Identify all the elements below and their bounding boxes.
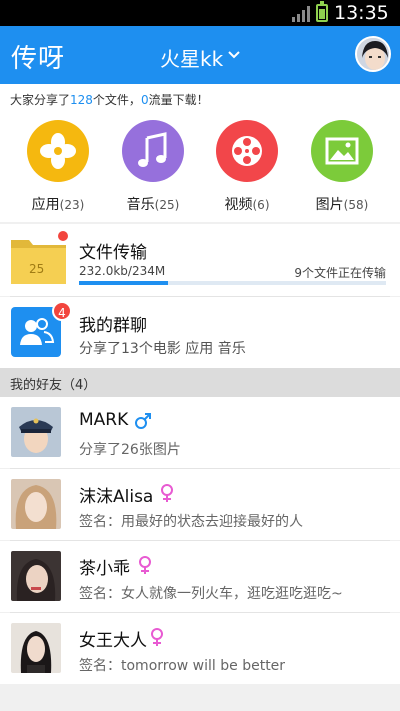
friend-item-nuwangdaren[interactable]: 女王大人 签名：tomorrow will be better	[0, 613, 400, 684]
friend-item-chaxiaoguai[interactable]: 茶小乖 签名：女人就像一列火车，逛吃逛吃逛吃~	[0, 541, 400, 612]
category-grid: 应用(23) 音乐(25) 视频(6) 图片(58)	[0, 114, 400, 222]
profile-avatar[interactable]	[355, 36, 391, 72]
app-bar: 传呀 火星kk	[0, 26, 400, 84]
category-count: (6)	[252, 198, 270, 212]
friend-item-alisa[interactable]: 沫沫Alisa 签名：用最好的状态去迎接最好的人	[0, 469, 400, 540]
transfer-status: 9个文件正在传输	[294, 266, 386, 280]
folder-icon: 25	[11, 240, 66, 284]
account-switcher-label[interactable]: 火星kk	[160, 43, 223, 72]
friend-subtitle: 签名：女人就像一列火车，逛吃逛吃逛吃~	[79, 586, 343, 602]
group-chat-title: 我的群聊	[79, 316, 147, 336]
music-note-icon	[122, 120, 184, 182]
share-middle: 个文件，	[92, 93, 141, 107]
unread-badge: 4	[52, 301, 72, 321]
film-reel-icon	[216, 120, 278, 182]
battery-icon	[316, 1, 328, 22]
group-chat-subtitle: 分享了13个电影 应用 音乐	[79, 341, 246, 357]
friend-subtitle: 分享了26张图片	[79, 442, 181, 458]
apps-icon	[27, 120, 89, 182]
friend-subtitle: 签名：tomorrow will be better	[79, 658, 286, 674]
female-icon	[139, 556, 151, 574]
traffic-count: 0	[140, 93, 149, 107]
progress-fill	[79, 281, 169, 285]
share-prefix: 大家分享了	[10, 93, 71, 107]
friends-section-header: 我的好友（4）	[0, 368, 400, 397]
category-label: 视频	[224, 197, 253, 213]
friend-subtitle: 签名：用最好的状态去迎接最好的人	[79, 514, 303, 530]
file-transfer-title: 文件传输	[79, 243, 147, 263]
file-transfer-row[interactable]: 25 文件传输 232.0kb/234M 9个文件正在传输	[0, 224, 400, 296]
friend-name: 女王大人	[79, 631, 147, 651]
chevron-down-icon[interactable]	[227, 48, 241, 62]
friend-name: 沫沫Alisa	[79, 487, 154, 507]
transfer-size: 232.0kb/234M	[79, 264, 166, 278]
category-video[interactable]: 视频(6)	[205, 120, 289, 214]
signal-icon	[292, 6, 310, 22]
folder-label: 25	[29, 262, 44, 276]
category-music[interactable]: 音乐(25)	[111, 120, 195, 214]
category-label: 应用	[31, 197, 60, 213]
notification-dot	[58, 231, 68, 241]
shared-file-count: 128	[70, 93, 93, 107]
app-logo: 传呀	[11, 44, 66, 74]
female-icon	[151, 628, 163, 646]
status-bar: 13:35	[0, 0, 400, 26]
friends-section-label: 我的好友（4）	[10, 378, 97, 393]
group-chat-row[interactable]: 4 我的群聊 分享了13个电影 应用 音乐	[0, 297, 400, 368]
category-apps[interactable]: 应用(23)	[16, 120, 100, 214]
category-count: (25)	[154, 198, 180, 212]
friend-avatar	[11, 407, 61, 457]
picture-icon	[311, 120, 373, 182]
share-suffix: 流量下载！	[148, 93, 209, 107]
male-icon	[135, 413, 151, 429]
category-count: (58)	[343, 198, 369, 212]
friend-avatar	[11, 479, 61, 529]
share-summary: 大家分享了128个文件，0流量下载！	[0, 84, 400, 114]
category-pictures[interactable]: 图片(58)	[300, 120, 384, 214]
transfer-progress-bar	[79, 281, 386, 285]
friend-avatar	[11, 551, 61, 601]
category-count: (23)	[59, 198, 85, 212]
friend-avatar	[11, 623, 61, 673]
category-label: 图片	[315, 197, 344, 213]
friend-item-mark[interactable]: MARK 分享了26张图片	[0, 397, 400, 468]
category-label: 音乐	[126, 197, 155, 213]
clock: 13:35	[334, 2, 389, 24]
friend-name: MARK	[79, 410, 129, 430]
female-icon	[161, 484, 173, 502]
friend-name: 茶小乖	[79, 559, 130, 579]
